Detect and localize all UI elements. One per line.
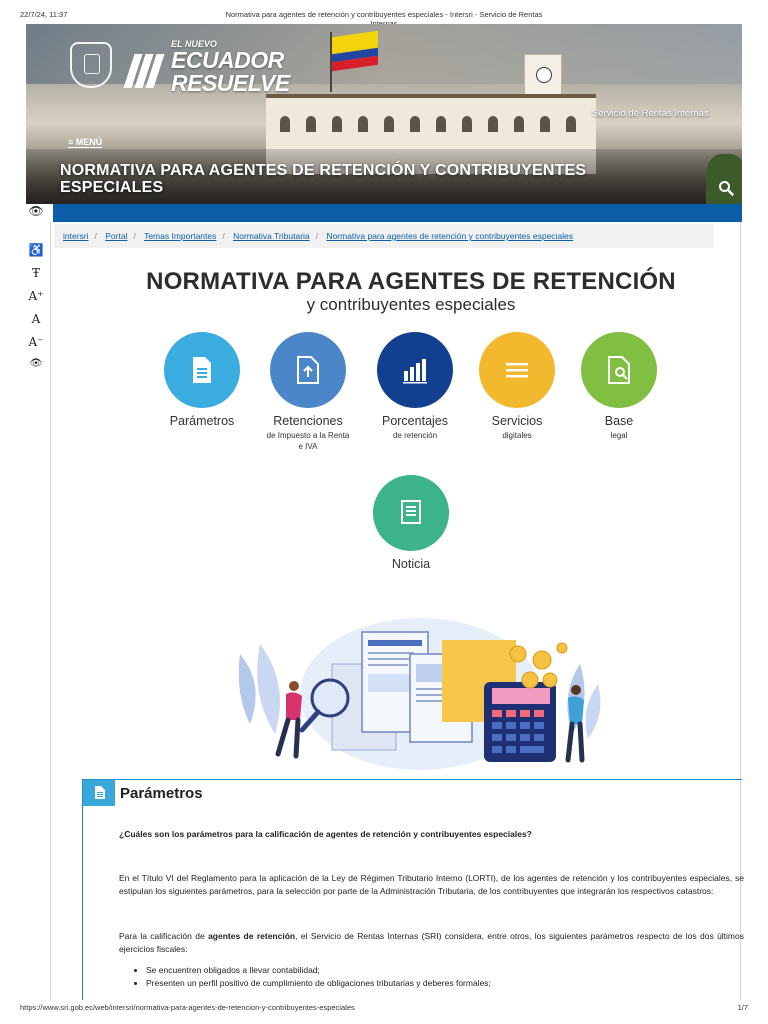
breadcrumb-link-intersri[interactable]: intersri (63, 231, 89, 241)
document-icon (95, 786, 105, 799)
category-sublabel: legal (610, 431, 628, 440)
menu-button[interactable]: ≡ MENÚ (68, 137, 103, 148)
visibility-eye-icon[interactable]: 👁 (26, 204, 46, 218)
category-circle[interactable] (270, 332, 346, 408)
document-icon (193, 357, 211, 383)
text-increase-icon[interactable]: A⁺ (26, 289, 46, 303)
category-label: Parámetros (169, 414, 235, 428)
breadcrumb-current[interactable]: Normativa para agentes de retención y co… (326, 231, 573, 241)
text-normal-icon[interactable]: A (26, 312, 46, 326)
bar-chart-icon (403, 359, 427, 384)
category-circle[interactable] (164, 332, 240, 408)
category-retenciones[interactable]: Retenciones de Impuesto a la Renta e IVA (258, 332, 358, 452)
accessibility-person-icon[interactable]: ♿ (26, 243, 46, 257)
section-question: ¿Cuáles son los parámetros para la calif… (119, 829, 532, 839)
category-circle[interactable] (377, 332, 453, 408)
breadcrumb-link-temas[interactable]: Temas Importantes (144, 231, 216, 241)
section-left-border (82, 779, 83, 1000)
category-base-legal[interactable]: Base legal (569, 332, 669, 441)
print-url: https://www.sri.gob.ec/web/intersri/norm… (20, 1003, 355, 1012)
main-heading: NORMATIVA PARA AGENTES DE RETENCIÓN (146, 268, 676, 295)
category-parametros[interactable]: Parámetros (152, 332, 252, 430)
print-footer: https://www.sri.gob.ec/web/intersri/norm… (20, 1003, 748, 1012)
list-item: Presenten un perfil positivo de cumplimi… (146, 977, 734, 990)
category-circle[interactable] (479, 332, 555, 408)
content-left-border (50, 203, 51, 1000)
category-label: Porcentajes (381, 414, 448, 428)
text-reset-icon[interactable]: Ŧ (26, 266, 46, 280)
category-sublabel: digitales (502, 431, 532, 440)
category-label: Base (604, 414, 634, 428)
coat-of-arms-icon (70, 42, 112, 88)
logo-slashes-icon (123, 54, 169, 88)
blue-divider-bar (53, 204, 742, 222)
newspaper-icon (401, 500, 421, 524)
page-title: NORMATIVA PARA AGENTES DE RETENCIÓN Y CO… (60, 162, 587, 196)
breadcrumb-link-normativa-tributaria[interactable]: Normativa Tributaria (233, 231, 310, 241)
agency-name: Servicio de Rentas Internas (592, 108, 709, 119)
category-sublabel: de Impuesto a la Renta e IVA (266, 431, 350, 451)
print-page-number: 1/7 (737, 1003, 748, 1012)
contrast-eye-icon[interactable]: 👁 (26, 358, 46, 369)
breadcrumb-link-portal[interactable]: Portal (105, 231, 127, 241)
tax-documents-illustration (238, 618, 601, 770)
category-label: Servicios (491, 414, 543, 428)
parameters-list: Se encuentren obligados a llevar contabi… (134, 964, 734, 990)
category-circle[interactable] (373, 475, 449, 551)
category-sublabel: de retención (392, 431, 438, 440)
section-tab (83, 780, 115, 806)
search-icon[interactable] (718, 180, 734, 196)
ecuador-flag-image (332, 30, 378, 72)
list-item: Se encuentren obligados a llevar contabi… (146, 964, 734, 977)
list-icon (506, 363, 528, 378)
category-label: Retenciones (273, 414, 343, 428)
category-circle[interactable] (581, 332, 657, 408)
section-title: Parámetros (120, 785, 203, 802)
file-upload-icon (297, 356, 319, 384)
ecuador-resuelve-logo[interactable]: EL NUEVO ECUADOR RESUELVE (171, 40, 290, 95)
hero-banner: EL NUEVO ECUADOR RESUELVE Servicio de Re… (26, 24, 742, 204)
category-servicios[interactable]: Servicios digitales (467, 332, 567, 441)
category-noticia[interactable]: Noticia (361, 475, 461, 571)
section-paragraph-2: Para la calificación de agentes de reten… (119, 931, 744, 954)
breadcrumb: intersri / Portal / Temas Importantes / Nor… (54, 224, 714, 248)
section-divider (82, 779, 742, 780)
text-decrease-icon[interactable]: A⁻ (26, 335, 46, 349)
file-search-icon (608, 356, 630, 384)
category-porcentajes[interactable]: Porcentajes de retención (365, 332, 465, 441)
section-paragraph-1: En el Título VI del Reglamento para la a… (119, 873, 744, 896)
main-subheading: y contribuyentes especiales (306, 295, 516, 314)
category-label: Noticia (391, 557, 431, 571)
